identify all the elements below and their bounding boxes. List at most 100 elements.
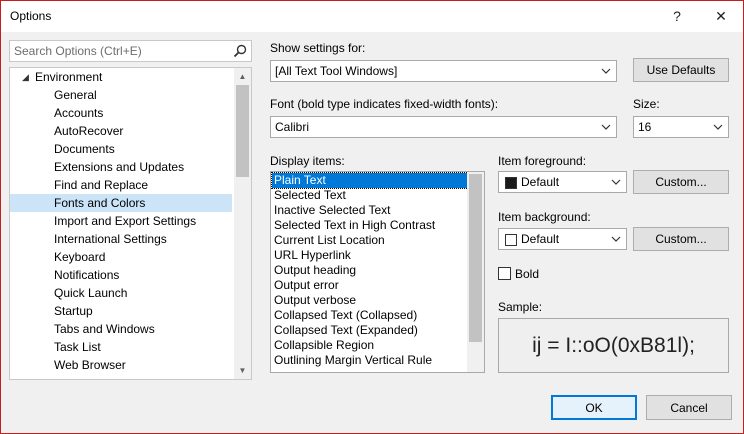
size-label: Size: bbox=[633, 97, 660, 111]
window-title: Options bbox=[10, 9, 52, 23]
display-item[interactable]: Plain Text bbox=[271, 172, 469, 189]
background-custom-button[interactable]: Custom... bbox=[633, 227, 729, 251]
tree-item[interactable]: International Settings bbox=[10, 230, 232, 248]
help-icon: ? bbox=[673, 8, 681, 24]
options-tree[interactable]: ◢ Environment General Accounts AutoRecover Do… bbox=[9, 67, 252, 380]
item-background-label: Item background: bbox=[498, 210, 591, 224]
tree-scrollbar[interactable]: ▲ ▼ bbox=[234, 68, 251, 379]
display-item[interactable]: Collapsed Text (Collapsed) bbox=[272, 308, 468, 323]
display-items-label: Display items: bbox=[270, 154, 345, 168]
foreground-custom-label: Custom... bbox=[655, 175, 707, 189]
tree-item[interactable]: AutoRecover bbox=[10, 122, 232, 140]
tree-scroll-thumb[interactable] bbox=[236, 85, 249, 177]
tree-item[interactable]: Quick Launch bbox=[10, 284, 232, 302]
sample-text: ij = I::oO(0xB81l); bbox=[532, 333, 695, 357]
close-button[interactable]: ✕ bbox=[700, 2, 742, 30]
display-item[interactable]: Current List Location bbox=[272, 233, 468, 248]
tree-item-label: General bbox=[54, 88, 97, 102]
font-value: Calibri bbox=[275, 120, 310, 134]
tree-item[interactable]: Tabs and Windows bbox=[10, 320, 232, 338]
scroll-down-icon[interactable]: ▼ bbox=[234, 362, 251, 379]
use-defaults-label: Use Defaults bbox=[646, 63, 716, 77]
tree-item[interactable]: Find and Replace bbox=[10, 176, 232, 194]
chevron-down-icon bbox=[601, 124, 611, 130]
display-items-scroll-thumb[interactable] bbox=[469, 174, 482, 342]
item-background-value: Default bbox=[521, 232, 560, 246]
tree-item-label: Quick Launch bbox=[54, 286, 128, 300]
options-dialog: Options ? ✕ Search Options (Ctrl+E) ◢ Env… bbox=[0, 0, 744, 434]
background-custom-label: Custom... bbox=[655, 232, 707, 246]
display-item[interactable]: Inactive Selected Text bbox=[272, 203, 468, 218]
tree-item[interactable]: Startup bbox=[10, 302, 232, 320]
tree-item[interactable]: General bbox=[10, 86, 232, 104]
tree-item[interactable]: ◢ Environment bbox=[10, 68, 232, 86]
tree-item[interactable]: Import and Export Settings bbox=[10, 212, 232, 230]
tree-item-label: Startup bbox=[54, 304, 93, 318]
tree-item-label: Tabs and Windows bbox=[54, 322, 155, 336]
tree-item-label: Documents bbox=[54, 142, 115, 156]
ok-button[interactable]: OK bbox=[551, 395, 637, 420]
search-icon[interactable] bbox=[232, 43, 248, 59]
tree-item[interactable]: Extensions and Updates bbox=[10, 158, 232, 176]
expand-caret-icon[interactable]: ◢ bbox=[22, 68, 29, 86]
cancel-button[interactable]: Cancel bbox=[646, 395, 732, 420]
bold-label[interactable]: Bold bbox=[515, 267, 539, 281]
tree-item[interactable]: Task List bbox=[10, 338, 232, 356]
tree-item[interactable]: Fonts and Colors bbox=[10, 194, 232, 212]
scroll-up-icon[interactable]: ▲ bbox=[234, 68, 251, 85]
foreground-custom-button[interactable]: Custom... bbox=[633, 170, 729, 194]
display-item[interactable]: Selected Text in High Contrast bbox=[272, 218, 468, 233]
display-item[interactable]: Output heading bbox=[272, 263, 468, 278]
tree-item-label: Notifications bbox=[54, 268, 120, 282]
background-color-swatch bbox=[505, 234, 517, 246]
tree-item[interactable]: Notifications bbox=[10, 266, 232, 284]
display-item[interactable]: URL Hyperlink bbox=[272, 248, 468, 263]
search-placeholder: Search Options (Ctrl+E) bbox=[14, 44, 142, 58]
show-settings-value: [All Text Tool Windows] bbox=[275, 64, 398, 78]
use-defaults-button[interactable]: Use Defaults bbox=[633, 58, 729, 82]
size-value: 16 bbox=[638, 120, 652, 134]
title-bar: Options ? ✕ bbox=[1, 1, 743, 32]
tree-item-label: Find and Replace bbox=[54, 178, 149, 192]
tree-item-label: Extensions and Updates bbox=[54, 160, 185, 174]
tree-item-label: Import and Export Settings bbox=[54, 214, 197, 228]
tree-item[interactable]: Web Browser bbox=[10, 356, 232, 374]
display-item[interactable]: Output verbose bbox=[272, 293, 468, 308]
bold-checkbox[interactable] bbox=[498, 267, 511, 280]
display-item[interactable]: Collapsed Text (Expanded) bbox=[272, 323, 468, 338]
tree-item[interactable]: Documents bbox=[10, 140, 232, 158]
show-settings-select[interactable]: [All Text Tool Windows] bbox=[270, 60, 617, 82]
close-icon: ✕ bbox=[715, 7, 727, 24]
tree-item-label: AutoRecover bbox=[54, 124, 124, 138]
display-item[interactable]: Selected Text bbox=[272, 188, 468, 203]
sample-preview: ij = I::oO(0xB81l); bbox=[498, 318, 729, 373]
show-settings-label: Show settings for: bbox=[270, 41, 366, 55]
chevron-down-icon bbox=[601, 68, 611, 74]
display-item[interactable]: Collapsible Region bbox=[272, 338, 468, 353]
display-item[interactable]: Outlining Margin Vertical Rule bbox=[272, 353, 468, 368]
tree-item-label: International Settings bbox=[54, 232, 167, 246]
display-items-scrollbar[interactable] bbox=[467, 172, 484, 372]
ok-label: OK bbox=[585, 400, 603, 415]
size-select[interactable]: 16 bbox=[633, 116, 729, 138]
item-foreground-value: Default bbox=[521, 175, 560, 189]
font-select[interactable]: Calibri bbox=[270, 116, 617, 138]
display-item[interactable]: Output error bbox=[272, 278, 468, 293]
tree-item[interactable]: Keyboard bbox=[10, 248, 232, 266]
tree-item-label: Keyboard bbox=[54, 250, 106, 264]
item-background-select[interactable]: Default bbox=[498, 228, 627, 250]
chevron-down-icon bbox=[713, 124, 723, 130]
tree-item-label: Fonts and Colors bbox=[54, 196, 146, 210]
item-foreground-label: Item foreground: bbox=[498, 154, 587, 168]
chevron-down-icon bbox=[611, 236, 621, 242]
tree-item-label: Task List bbox=[54, 340, 101, 354]
tree-item-label: Web Browser bbox=[54, 358, 126, 372]
tree-item-label: Accounts bbox=[54, 106, 104, 120]
font-label: Font (bold type indicates fixed-width fo… bbox=[270, 97, 499, 111]
tree-item[interactable]: Accounts bbox=[10, 104, 232, 122]
search-input[interactable]: Search Options (Ctrl+E) bbox=[9, 40, 252, 62]
help-button[interactable]: ? bbox=[656, 2, 698, 30]
display-items-list[interactable]: Plain Text Selected Text Inactive Selected… bbox=[270, 171, 485, 373]
item-foreground-select[interactable]: Default bbox=[498, 171, 627, 193]
cancel-label: Cancel bbox=[670, 400, 708, 415]
